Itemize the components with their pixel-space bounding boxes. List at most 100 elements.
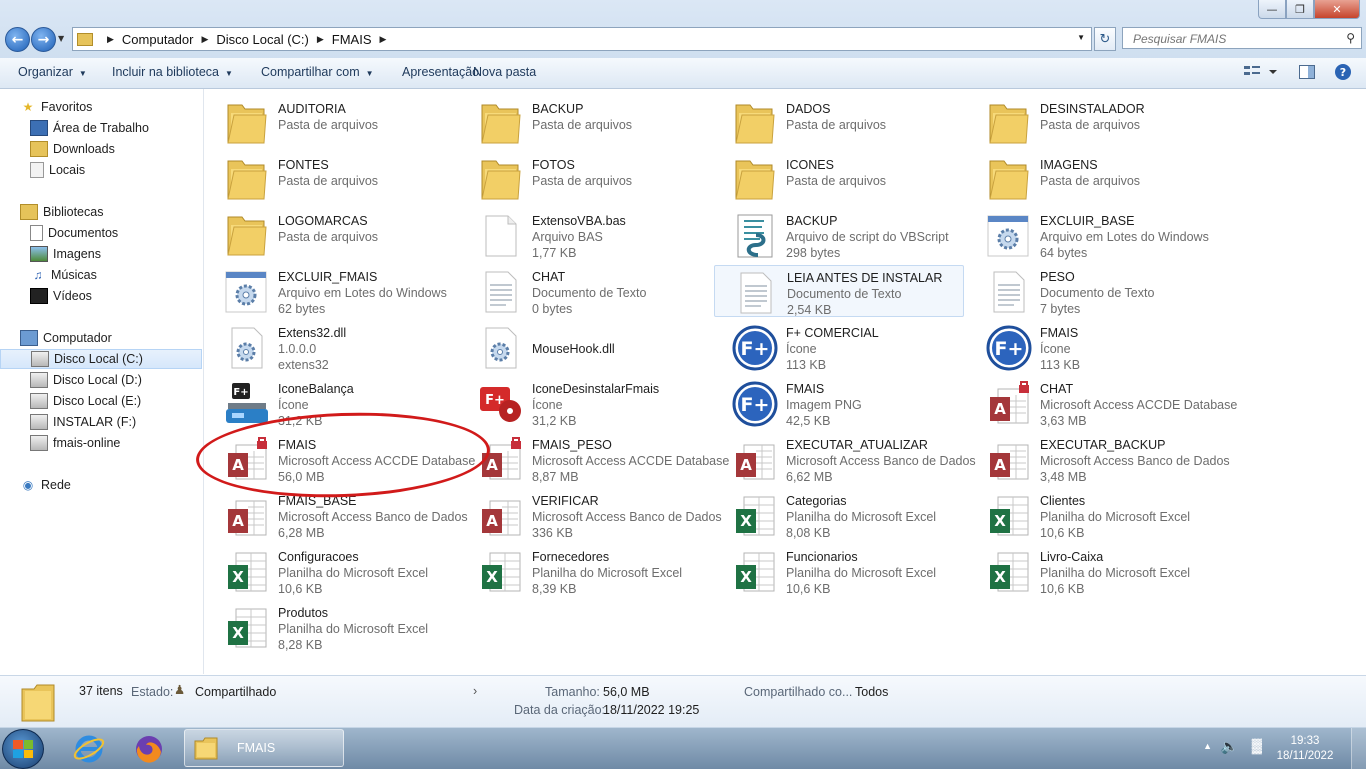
start-button[interactable] [2,729,44,769]
file-item[interactable]: A FMAIS_PESO Microsoft Access ACCDE Databa… [460,433,729,485]
nav-favorites[interactable]: ★ Favoritos [0,97,222,117]
address-bar[interactable]: ▶ Computador ▶ Disco Local (C:) ▶ FMAIS … [72,27,1092,51]
slideshow-label: Apresentação [402,65,480,79]
recent-pages-dropdown[interactable]: ▼ [58,34,64,43]
scale-icon-icon: F+ [224,381,270,427]
file-item[interactable]: A CHAT Microsoft Access ACCDE Database 3,63… [968,377,1237,429]
file-size: 42,5 KB [786,414,831,428]
firefox-button[interactable] [124,730,174,767]
file-item[interactable]: CHAT Documento de Texto 0 bytes [460,265,710,317]
file-size: extens32 [278,358,329,372]
search-input[interactable] [1131,29,1340,49]
taskbar-fmais-window[interactable]: FMAIS [184,729,344,767]
file-item[interactable]: F+ IconeDesinstalarFmais Ícone 31,2 KB [460,377,710,429]
breadcrumb-fmais[interactable]: FMAIS [332,32,372,47]
nav-drive-f[interactable]: INSTALAR (F:) [0,412,232,432]
nav-desktop[interactable]: Área de Trabalho [0,118,232,138]
nav-images[interactable]: Imagens [0,244,232,264]
nav-drive-c[interactable]: Disco Local (C:) [0,349,202,369]
file-item[interactable]: X Configuracoes Planilha do Microsoft Exce… [206,545,456,597]
clock[interactable]: 19:33 18/11/2022 [1270,734,1340,764]
internet-explorer-button[interactable] [64,730,114,767]
close-button[interactable]: ✕ [1314,0,1360,19]
file-item[interactable]: X Funcionarios Planilha do Microsoft Excel… [714,545,964,597]
file-item[interactable]: DESINSTALADOR Pasta de arquivos [968,97,1218,149]
file-name: F+ COMERCIAL [786,326,879,340]
nav-documents[interactable]: Documentos [0,223,232,243]
file-name: Clientes [1040,494,1086,508]
share-with-menu[interactable]: Compartilhar com ▼ [261,65,374,79]
file-item[interactable]: F+ F+ COMERCIAL Ícone 113 KB [714,321,964,373]
search-icon[interactable]: ⚲ [1346,31,1355,45]
breadcrumb-computer[interactable]: Computador [122,32,194,47]
file-item[interactable]: A FMAIS Microsoft Access ACCDE Database 56,… [206,433,475,485]
file-item[interactable]: FONTES Pasta de arquivos [206,153,456,205]
chevron-right-icon[interactable]: ▶ [107,34,114,45]
breadcrumb-drive-c[interactable]: Disco Local (C:) [216,32,308,47]
file-item[interactable]: AUDITORIA Pasta de arquivos [206,97,456,149]
chevron-right-icon[interactable]: ▶ [201,34,208,45]
search-box[interactable]: ⚲ [1122,27,1362,49]
file-item[interactable]: IMAGENS Pasta de arquivos [968,153,1218,205]
new-folder-button[interactable]: Nova pasta [473,65,536,79]
file-item[interactable]: LEIA ANTES DE INSTALAR Documento de Texto… [714,265,964,317]
nav-downloads[interactable]: Downloads [0,139,232,159]
nav-libraries[interactable]: Bibliotecas [0,202,222,222]
chevron-right-icon[interactable]: › [473,684,477,698]
file-item[interactable]: Extens32.dll 1.0.0.0 extens32 [206,321,456,373]
file-item[interactable]: A EXECUTAR_BACKUP Microsoft Access Banco d… [968,433,1230,485]
chevron-right-icon[interactable]: ▶ [317,34,324,45]
nav-music[interactable]: ♫ Músicas [0,265,232,285]
file-item[interactable]: BACKUP Pasta de arquivos [460,97,710,149]
help-button[interactable]: ? [1334,63,1352,84]
include-in-library-menu[interactable]: Incluir na biblioteca ▼ [112,65,233,79]
file-item[interactable]: X Produtos Planilha do Microsoft Excel 8,28… [206,601,456,653]
file-item[interactable]: DADOS Pasta de arquivos [714,97,964,149]
nav-drive-d[interactable]: Disco Local (D:) [0,370,232,390]
file-item[interactable]: F+ FMAIS Imagem PNG 42,5 KB [714,377,964,429]
nav-computer[interactable]: Computador [0,328,222,348]
file-item[interactable]: A FMAIS_BASE Microsoft Access Banco de Dad… [206,489,468,541]
maximize-button[interactable]: ❐ [1286,0,1314,19]
file-name: MouseHook.dll [532,342,615,356]
network-status-icon[interactable]: ▓ [1252,737,1262,753]
nav-fmais-online[interactable]: fmais-online [0,433,232,453]
nav-places[interactable]: Locais [0,160,232,180]
address-history-dropdown[interactable]: ▼ [1077,33,1085,42]
folder-icon [732,157,778,203]
slideshow-button[interactable]: Apresentação [402,65,479,79]
nav-videos[interactable]: Vídeos [0,286,232,306]
file-item[interactable]: X Fornecedores Planilha do Microsoft Excel… [460,545,710,597]
chevron-right-icon[interactable]: ▶ [380,34,387,45]
file-item[interactable]: ExtensoVBA.bas Arquivo BAS 1,77 KB [460,209,710,261]
file-item[interactable]: EXCLUIR_FMAIS Arquivo em Lotes do Windows… [206,265,456,317]
file-item[interactable]: LOGOMARCAS Pasta de arquivos [206,209,456,261]
preview-pane-button[interactable] [1298,63,1316,84]
file-item[interactable]: X Livro-Caixa Planilha do Microsoft Excel 1… [968,545,1218,597]
minimize-button[interactable]: — [1258,0,1286,19]
show-desktop-button[interactable] [1351,728,1366,769]
file-item[interactable]: FOTOS Pasta de arquivos [460,153,710,205]
file-item[interactable]: EXCLUIR_BASE Arquivo em Lotes do Windows 6… [968,209,1218,261]
volume-icon[interactable]: 🔈 [1221,738,1238,755]
nav-network[interactable]: ◉ Rede [0,475,222,495]
file-item[interactable]: A VERIFICAR Microsoft Access Banco de Dado… [460,489,722,541]
file-item[interactable]: BACKUP Arquivo de script do VBScript 298 b… [714,209,964,261]
file-item[interactable]: X Categorias Planilha do Microsoft Excel 8,… [714,489,964,541]
file-item[interactable]: ICONES Pasta de arquivos [714,153,964,205]
organize-menu[interactable]: Organizar ▼ [18,65,87,79]
tray-expand-icon[interactable]: ▲ [1203,741,1212,751]
file-item[interactable]: F+ IconeBalança Ícone 31,2 KB [206,377,456,429]
file-item[interactable]: F+ FMAIS Ícone 113 KB [968,321,1218,373]
file-type: Documento de Texto [532,286,647,300]
file-item[interactable]: X Clientes Planilha do Microsoft Excel 10,6… [968,489,1218,541]
file-item[interactable]: PESO Documento de Texto 7 bytes [968,265,1218,317]
forward-button[interactable]: → [31,27,56,52]
back-button[interactable]: ← [5,27,30,52]
file-item[interactable]: MouseHook.dll [460,321,710,373]
refresh-button[interactable]: ↻ [1094,27,1116,51]
command-bar: Organizar ▼ Incluir na biblioteca ▼ Compar… [0,58,1366,89]
file-item[interactable]: A EXECUTAR_ATUALIZAR Microsoft Access Banc… [714,433,976,485]
change-view-button[interactable] [1243,63,1279,84]
nav-drive-e[interactable]: Disco Local (E:) [0,391,232,411]
